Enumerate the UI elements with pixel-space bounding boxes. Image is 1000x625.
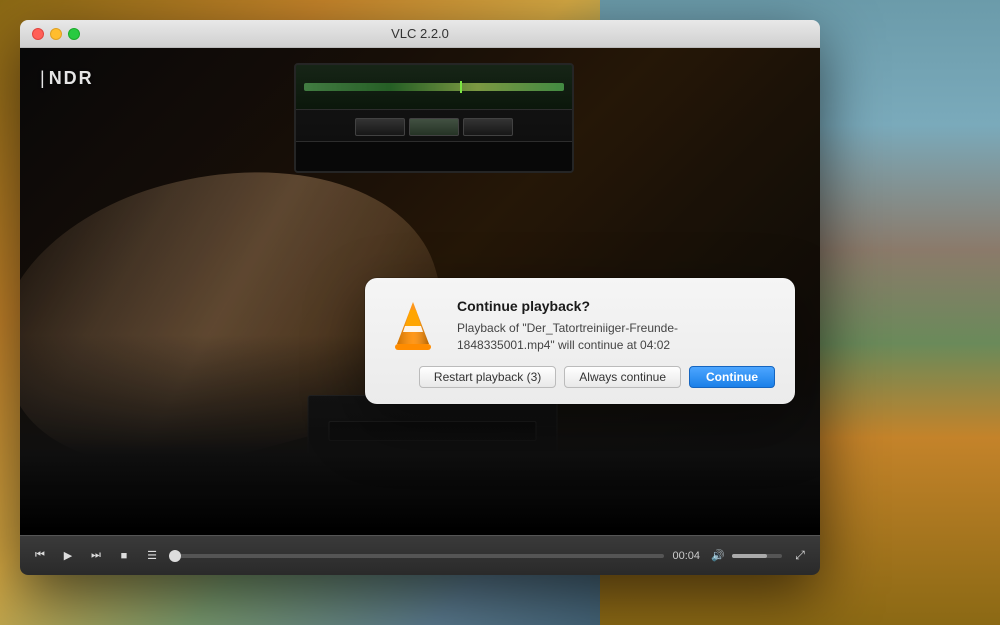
- dialog-overlay: Continue playback? Playback of "Der_Tato…: [20, 48, 820, 535]
- volume-bar[interactable]: [732, 554, 782, 558]
- rewind-button[interactable]: ⏮: [30, 546, 50, 566]
- dialog-title: Continue playback?: [457, 298, 775, 314]
- continue-button[interactable]: Continue: [689, 366, 775, 388]
- dialog-box: Continue playback? Playback of "Der_Tato…: [365, 278, 795, 404]
- progress-bar[interactable]: [170, 554, 664, 558]
- volume-fill: [732, 554, 767, 558]
- window-title: VLC 2.2.0: [391, 26, 449, 41]
- controls-bar: ⏮ ▶ ⏭ ■ ☰ 00:04 🔊 ⤢: [20, 535, 820, 575]
- progress-thumb: [169, 550, 181, 562]
- minimize-button[interactable]: [50, 28, 62, 40]
- dialog-text-area: Continue playback? Playback of "Der_Tato…: [457, 298, 775, 354]
- volume-area: 🔊: [708, 546, 782, 566]
- fast-forward-button[interactable]: ⏭: [86, 546, 106, 566]
- playlist-button[interactable]: ☰: [142, 546, 162, 566]
- close-button[interactable]: [32, 28, 44, 40]
- volume-icon[interactable]: 🔊: [708, 546, 728, 566]
- restart-playback-button[interactable]: Restart playback (3): [419, 366, 556, 388]
- title-bar: VLC 2.2.0: [20, 20, 820, 48]
- vlc-window: VLC 2.2.0 NDR: [20, 20, 820, 575]
- time-display: 00:04: [672, 550, 700, 562]
- vlc-cone-icon: [385, 298, 441, 354]
- dialog-message: Playback of "Der_Tatortreiniiger-Freunde…: [457, 320, 775, 354]
- stop-button[interactable]: ■: [114, 546, 134, 566]
- dialog-buttons: Restart playback (3) Always continue Con…: [385, 366, 775, 388]
- play-button[interactable]: ▶: [58, 546, 78, 566]
- traffic-lights: [32, 28, 80, 40]
- fullscreen-button[interactable]: ⤢: [790, 546, 810, 566]
- dialog-content: Continue playback? Playback of "Der_Tato…: [385, 298, 775, 354]
- video-area: NDR: [20, 48, 820, 535]
- always-continue-button[interactable]: Always continue: [564, 366, 681, 388]
- maximize-button[interactable]: [68, 28, 80, 40]
